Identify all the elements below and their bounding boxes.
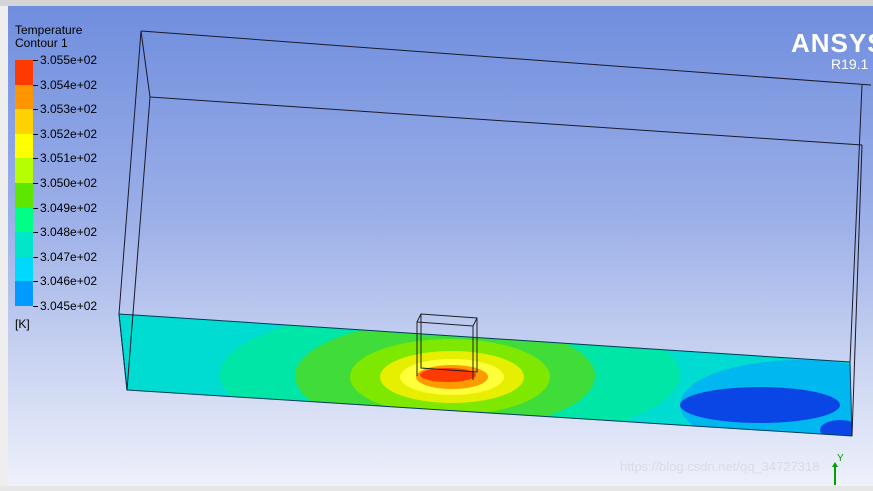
legend-tick — [33, 158, 38, 160]
legend-level-label: 3.055e+02 — [40, 53, 98, 67]
legend-level-label: 3.051e+02 — [40, 151, 98, 166]
legend-color-segment — [15, 84, 33, 110]
legend-color-segment — [15, 232, 33, 257]
legend-level-label: 3.048e+02 — [40, 225, 98, 240]
version-label: R19.1 — [831, 56, 869, 72]
ansys-logo: ANSYS — [791, 28, 873, 58]
legend-level-label: 3.050e+02 — [40, 176, 98, 190]
axis-y-label: Y — [837, 453, 844, 464]
legend-level-label: 3.049e+02 — [40, 200, 98, 215]
legend-level-label: 3.054e+02 — [40, 77, 98, 92]
legend-tick — [33, 133, 38, 135]
legend-tick — [33, 256, 38, 258]
legend-color-segment — [15, 256, 33, 282]
legend-tick — [33, 84, 38, 86]
legend-color-segment — [15, 158, 33, 183]
legend-level-label: 3.046e+02 — [40, 274, 98, 289]
legend-tick — [33, 306, 38, 307]
legend-level-label: 3.053e+02 — [40, 102, 98, 117]
legend-tick — [33, 109, 38, 111]
legend-color-segment — [15, 60, 33, 85]
legend-level-label: 3.047e+02 — [40, 249, 98, 264]
3d-scene — [118, 30, 872, 437]
legend-subtitle: Contour 1 — [15, 36, 68, 50]
legend-color-segment — [15, 109, 33, 134]
color-legend: Temperature Contour 1 3.055e+02 3.054e+02… — [15, 24, 97, 331]
watermark: https://blog.csdn.net/qq_34727318 — [620, 459, 820, 474]
legend-tick — [33, 232, 38, 234]
legend-color-segment — [15, 183, 33, 208]
legend-level-label: 3.052e+02 — [40, 126, 98, 141]
legend-unit: [K] — [15, 317, 30, 331]
legend-tick — [33, 281, 38, 283]
axis-triad: Y — [832, 452, 846, 491]
legend-tick — [33, 183, 38, 184]
legend-tick — [33, 207, 38, 209]
legend-color-segment — [15, 207, 33, 233]
legend-color-segment — [15, 133, 33, 159]
temperature-contour-plane — [119, 314, 852, 436]
legend-color-segment — [15, 281, 33, 306]
legend-level-label: 3.045e+02 — [40, 299, 98, 313]
legend-tick — [33, 60, 38, 61]
